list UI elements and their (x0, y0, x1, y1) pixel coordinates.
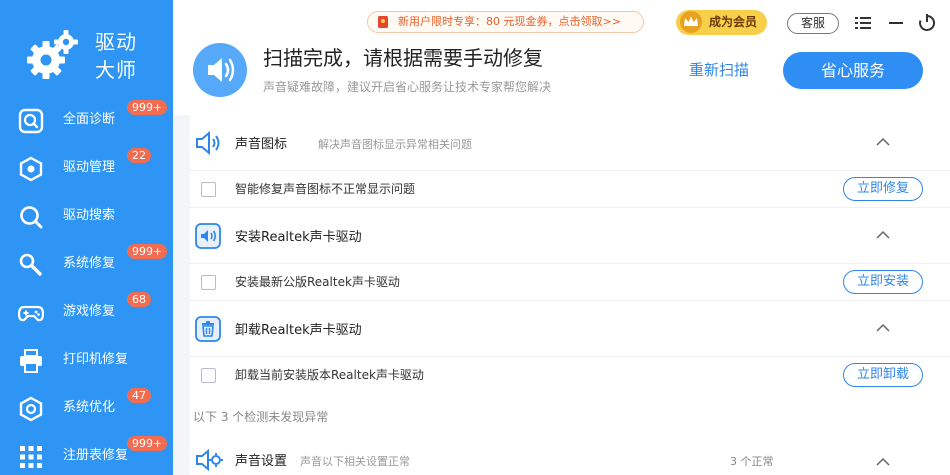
customer-service-button[interactable]: 客服 (787, 13, 839, 34)
normal-checks-caption: 以下 3 个检测未发现异常 (193, 410, 329, 424)
sidebar-item-system-optimize[interactable]: 系统优化 47 (0, 384, 173, 432)
section-title: 声音图标 (235, 137, 288, 152)
chevron-up-icon[interactable] (876, 137, 890, 147)
grid-icon (20, 446, 42, 468)
close-icon[interactable] (917, 13, 937, 33)
sidebar-item-system-repair[interactable]: 系统修复 999+ (0, 240, 173, 288)
count-badge: 999+ (127, 436, 168, 451)
speaker-icon (196, 130, 220, 156)
sidebar-item-driver-search[interactable]: 驱动搜索 (0, 192, 173, 240)
hexagon-icon (19, 156, 43, 182)
worry-free-service-button[interactable]: 省心服务 (783, 52, 923, 89)
normal-card: 声音设置 声音以下相关设置正常 3 个正常 (190, 435, 950, 475)
chevron-up-icon[interactable] (876, 230, 890, 240)
normal-count: 3 个正常 (730, 455, 774, 468)
sidebar-item-label: 注册表修复 (63, 448, 129, 463)
section-uninstall-driver[interactable]: 卸载Realtek声卡驱动 (190, 300, 950, 357)
crown-icon (680, 11, 702, 33)
sidebar-item-registry-repair[interactable]: 注册表修复 999+ (0, 432, 173, 475)
sound-hero-icon (193, 43, 247, 97)
optimize-icon (19, 396, 43, 422)
app-title: 驱动大师 (95, 30, 137, 82)
gears-logo-icon (27, 30, 78, 79)
chevron-up-icon[interactable] (876, 457, 890, 467)
printer-icon (20, 349, 42, 373)
count-badge: 47 (127, 388, 151, 403)
issue-card: 声音图标 解决声音图标显示异常相关问题 智能修复声音图标不正常显示问题 立即修复… (190, 115, 950, 451)
chevron-up-icon[interactable] (876, 323, 890, 333)
sidebar: 驱动大师 全面诊断 999+ 驱动管理 22 驱动搜索 系统修复 999+ 游戏… (0, 0, 173, 475)
search-icon (18, 108, 44, 134)
list-item: 智能修复声音图标不正常显示问题 立即修复 (190, 171, 950, 207)
sidebar-item-label: 系统修复 (63, 256, 116, 271)
promo-text: 新用户限时专享：80 元现金券，点击领取>> (398, 15, 621, 28)
speaker-settings-icon (196, 448, 223, 472)
repair-now-button[interactable]: 立即修复 (843, 177, 923, 201)
item-checkbox[interactable] (201, 275, 216, 290)
sidebar-item-label: 驱动管理 (63, 160, 116, 175)
wrench-icon (19, 253, 42, 276)
promo-banner[interactable]: 新用户限时专享：80 元现金券，点击领取>> (367, 11, 644, 33)
menu-icon[interactable] (853, 13, 873, 33)
list-item: 安装最新公版Realtek声卡驱动 立即安装 (190, 264, 950, 300)
page-title: 扫描完成，请根据需要手动修复 (263, 46, 543, 70)
sidebar-item-label: 全面诊断 (63, 112, 116, 127)
speaker-icon (208, 58, 235, 82)
become-vip-button[interactable]: 成为会员 (676, 10, 767, 35)
sidebar-item-label: 驱动搜索 (63, 208, 116, 223)
sidebar-item-label: 打印机修复 (63, 352, 129, 367)
section-title: 卸载Realtek声卡驱动 (235, 323, 362, 338)
vip-label: 成为会员 (709, 15, 758, 29)
item-label: 安装最新公版Realtek声卡驱动 (235, 275, 400, 289)
gamepad-icon (18, 305, 44, 322)
count-badge: 999+ (127, 100, 168, 115)
section-title: 安装Realtek声卡驱动 (235, 230, 362, 245)
page-subtitle: 声音疑难故障，建议开启省心服务让技术专家帮您解决 (263, 80, 552, 94)
count-badge: 22 (127, 148, 151, 163)
section-description: 声音以下相关设置正常 (300, 455, 410, 468)
section-install-driver[interactable]: 安装Realtek声卡驱动 (190, 207, 950, 264)
install-now-button[interactable]: 立即安装 (843, 270, 923, 294)
section-title: 声音设置 (235, 454, 288, 469)
result-list: 声音图标 解决声音图标显示异常相关问题 智能修复声音图标不正常显示问题 立即修复… (173, 115, 950, 475)
count-badge: 999+ (127, 244, 168, 259)
item-checkbox[interactable] (201, 182, 216, 197)
trash-icon (195, 316, 221, 342)
section-sound-settings[interactable]: 声音设置 声音以下相关设置正常 3 个正常 (190, 435, 950, 475)
uninstall-now-button[interactable]: 立即卸载 (843, 363, 923, 387)
sidebar-item-label: 游戏修复 (63, 304, 116, 319)
section-description: 解决声音图标显示异常相关问题 (318, 138, 472, 151)
sidebar-item-full-diagnosis[interactable]: 全面诊断 999+ (0, 96, 173, 144)
audio-driver-icon (195, 223, 221, 249)
sidebar-item-driver-management[interactable]: 驱动管理 22 (0, 144, 173, 192)
brand: 驱动大师 (0, 0, 173, 95)
count-badge: 68 (127, 292, 151, 307)
sidebar-item-game-repair[interactable]: 游戏修复 68 (0, 288, 173, 336)
item-label: 智能修复声音图标不正常显示问题 (235, 182, 416, 196)
item-checkbox[interactable] (201, 368, 216, 383)
red-packet-icon (378, 16, 388, 28)
rescan-link[interactable]: 重新扫描 (689, 60, 749, 80)
sidebar-item-label: 系统优化 (63, 400, 116, 415)
list-item: 卸载当前安装版本Realtek声卡驱动 立即卸载 (190, 357, 950, 393)
item-label: 卸载当前安装版本Realtek声卡驱动 (235, 368, 424, 382)
sidebar-item-printer-repair[interactable]: 打印机修复 (0, 336, 173, 384)
magnifier-icon (20, 206, 43, 229)
section-sound-icon[interactable]: 声音图标 解决声音图标显示异常相关问题 (190, 115, 950, 171)
minimize-icon[interactable] (886, 13, 906, 33)
